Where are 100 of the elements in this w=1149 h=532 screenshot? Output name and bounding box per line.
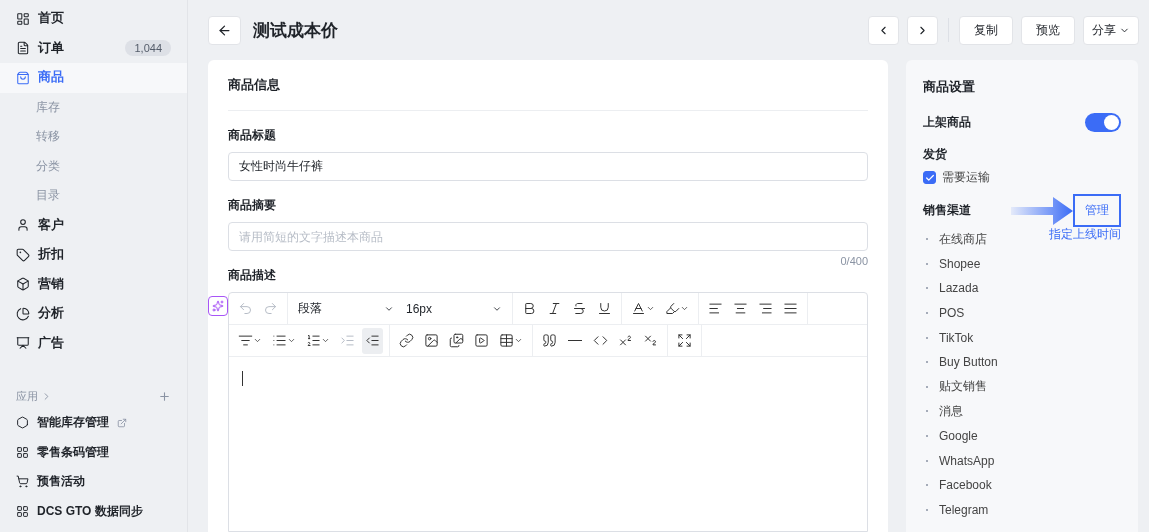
text-cursor (242, 371, 243, 386)
ai-assistant-button[interactable] (208, 296, 228, 316)
app-label: 零售条码管理 (37, 443, 109, 461)
cart-icon (16, 475, 29, 489)
italic-icon (547, 301, 562, 316)
hexagon-icon (16, 416, 29, 430)
dashboard-icon (16, 11, 30, 26)
channel-name: Facebook (939, 478, 992, 493)
checkbox[interactable] (923, 171, 936, 184)
sidebar-item-label: 折扣 (38, 246, 64, 264)
person-icon (16, 218, 30, 233)
channel-name: Telegram (939, 502, 989, 517)
grid-icon (16, 504, 29, 518)
horizontal-rule-icon (568, 339, 582, 342)
table-icon (499, 333, 514, 348)
character-count: 0/400 (839, 255, 868, 267)
title-field[interactable]: 女性时尚牛仔裤 (228, 152, 868, 181)
sidebar-item-label: 广告 (38, 334, 64, 352)
sidebar-item[interactable]: 折扣 (0, 240, 187, 270)
outdent-button[interactable] (362, 327, 383, 354)
text-color-icon (631, 301, 646, 316)
app-item[interactable]: 零售条码管理 (0, 437, 187, 467)
channel-name: 贴文销售 (939, 378, 987, 396)
header-button[interactable]: 复制 (959, 15, 1013, 45)
bold-icon (522, 301, 537, 316)
channel-name: Google (939, 429, 978, 444)
sidebar-item[interactable]: 订单 1,044 (0, 33, 187, 63)
share-button[interactable]: 分享 (1083, 15, 1139, 45)
sidebar-item-label: 营销 (38, 275, 64, 293)
sidebar-item[interactable]: 客户 (0, 210, 187, 240)
sidebar-item-label: 首页 (38, 10, 64, 28)
publish-label: 上架商品 (923, 114, 971, 131)
arrow-drawing (1011, 196, 1073, 225)
font-size-select[interactable]: 16px (402, 301, 506, 316)
document-icon (16, 41, 30, 56)
indent-icon (340, 333, 355, 348)
sidebar-item[interactable]: 营销 (0, 269, 187, 299)
channel-name: Lazada (939, 281, 979, 296)
presentation-icon (16, 336, 30, 351)
video-icon (474, 333, 489, 348)
caret-icon (287, 336, 296, 345)
app-label: 智能库存管理 (37, 414, 109, 432)
app-item[interactable]: DCS GTO 数据同步 (0, 496, 187, 526)
bullet-list-icon (272, 333, 287, 348)
align-center-icon (733, 301, 748, 316)
code-icon (593, 333, 608, 348)
line-height-icon (238, 333, 253, 348)
link-icon (399, 333, 414, 348)
channel-name: WhatsApp (939, 453, 995, 468)
fullscreen-icon (677, 333, 692, 348)
bag-icon (16, 70, 30, 85)
publish-toggle[interactable] (1085, 113, 1121, 132)
page-title: 测试成本价 (253, 19, 339, 42)
app-item[interactable]: 智能库存管理 (0, 408, 187, 438)
manage-link[interactable]: 管理 (1073, 194, 1121, 227)
quote-icon (542, 333, 557, 348)
count-badge: 1,044 (125, 40, 171, 57)
field-label: 商品摘要 (228, 197, 277, 214)
block-format-select[interactable]: 段落 (294, 300, 398, 317)
undo-icon (238, 301, 253, 316)
redo-icon (263, 301, 278, 316)
pie-chart-icon (16, 306, 30, 321)
caret-icon (514, 336, 523, 345)
subscript-icon (643, 333, 658, 348)
sidebar-item-label: 订单 (38, 39, 64, 57)
section-heading: 发货 (923, 146, 948, 163)
sidebar-item-label: 商品 (38, 69, 64, 87)
app-label: 预售活动 (37, 473, 85, 491)
caret-icon (680, 304, 689, 313)
highlighter-icon (665, 301, 680, 316)
back-button[interactable] (208, 15, 241, 45)
app-item[interactable]: 预售活动 (0, 467, 187, 497)
sparkle-icon (212, 300, 224, 312)
app-label: DCS GTO 数据同步 (37, 502, 143, 520)
channel-name: POS (939, 306, 965, 321)
gallery-icon (449, 333, 464, 348)
caret-icon (321, 336, 330, 345)
channel-name: Shopee (939, 256, 981, 271)
sidebar-item[interactable]: 广告 (0, 328, 187, 358)
sidebar-item[interactable]: 首页 (0, 4, 187, 34)
header-button[interactable]: 预览 (1021, 15, 1075, 45)
channel-name: Buy Button (939, 355, 998, 370)
summary-field[interactable]: 请用简短的文字描述本商品 (228, 222, 868, 251)
align-justify-icon (783, 301, 798, 316)
checkbox-label: 需要运输 (942, 169, 990, 186)
strikethrough-icon (572, 301, 587, 316)
section-heading: 销售渠道 (923, 202, 971, 219)
card-heading: 商品信息 (228, 76, 868, 111)
tag-icon (16, 247, 30, 262)
sidebar-item[interactable]: 商品 (0, 63, 187, 93)
channel-name: 在线商店 (939, 230, 987, 248)
add-icon[interactable] (158, 389, 171, 403)
schedule-link[interactable]: 指定上线时间 (1049, 227, 1121, 523)
channel-name: TikTok (939, 330, 974, 345)
numbered-list-icon (306, 333, 321, 348)
cube-icon (16, 277, 30, 292)
align-left-icon (708, 301, 723, 316)
align-right-icon (758, 301, 773, 316)
superscript-icon (618, 333, 633, 348)
sidebar-item[interactable]: 分析 (0, 299, 187, 329)
